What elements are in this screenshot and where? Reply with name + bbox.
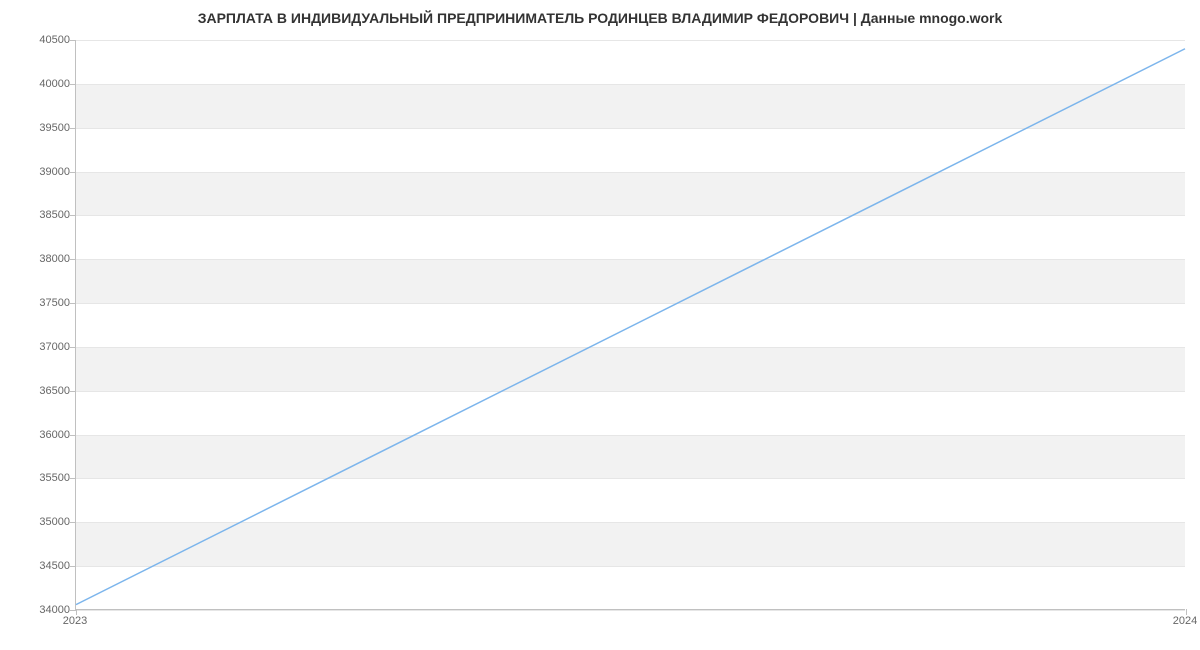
y-axis-label: 36000	[10, 429, 70, 441]
x-axis-label: 2023	[63, 615, 87, 627]
y-axis-label: 37000	[10, 341, 70, 353]
plot-area	[75, 40, 1185, 610]
y-axis-label: 40000	[10, 78, 70, 90]
y-axis-label: 35500	[10, 472, 70, 484]
line-series	[76, 40, 1185, 609]
y-axis-label: 34000	[10, 604, 70, 616]
y-axis-label: 35000	[10, 516, 70, 528]
salary-line-chart: ЗАРПЛАТА В ИНДИВИДУАЛЬНЫЙ ПРЕДПРИНИМАТЕЛ…	[0, 0, 1200, 650]
gridline	[76, 610, 1185, 611]
y-axis-label: 39500	[10, 122, 70, 134]
x-axis-label: 2024	[1173, 615, 1197, 627]
y-axis-label: 38500	[10, 209, 70, 221]
y-axis-label: 40500	[10, 34, 70, 46]
chart-title: ЗАРПЛАТА В ИНДИВИДУАЛЬНЫЙ ПРЕДПРИНИМАТЕЛ…	[0, 10, 1200, 26]
y-axis-label: 37500	[10, 297, 70, 309]
y-axis-label: 34500	[10, 560, 70, 572]
y-axis-label: 39000	[10, 166, 70, 178]
y-axis-label: 36500	[10, 385, 70, 397]
y-axis-label: 38000	[10, 253, 70, 265]
